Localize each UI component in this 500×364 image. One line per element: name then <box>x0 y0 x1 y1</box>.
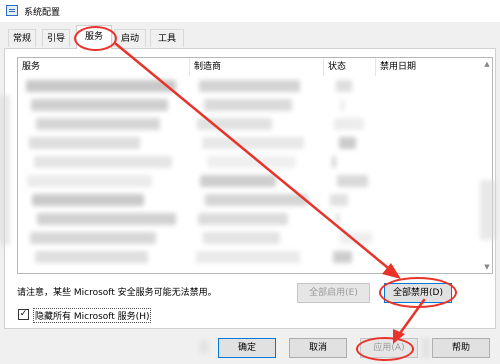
blurred-cell <box>341 99 344 111</box>
blurred-patch <box>480 180 496 240</box>
column-header-disable-date[interactable]: 禁用日期 <box>376 58 484 76</box>
blurred-cell <box>204 99 292 111</box>
blurred-cell <box>330 194 348 206</box>
blurred-cell <box>35 251 148 263</box>
column-header-manufacturer[interactable]: 制造商 <box>190 58 324 76</box>
blurred-cell <box>334 118 364 130</box>
blurred-patch <box>0 95 10 245</box>
blurred-cell <box>203 232 280 244</box>
tab-general[interactable]: 常规 <box>8 29 36 47</box>
services-list[interactable]: 服务 制造商 状态 禁用日期 ▲ ▼ <box>17 57 493 274</box>
blurred-cell <box>26 80 176 92</box>
hide-microsoft-checkbox[interactable]: ✓ <box>18 309 29 320</box>
annotation-circle-apply <box>356 337 414 361</box>
blurred-cell <box>37 213 176 225</box>
blurred-cell <box>207 156 296 168</box>
column-header-service[interactable]: 服务 <box>18 58 190 76</box>
blurred-cell <box>30 232 156 244</box>
blurred-patch <box>200 340 208 354</box>
blurred-cell <box>32 194 144 206</box>
enable-all-button[interactable]: 全部启用(E) <box>297 283 370 303</box>
security-note: 请注意，某些 Microsoft 安全服务可能无法禁用。 <box>17 288 217 298</box>
ok-button[interactable]: 确定 <box>218 338 276 358</box>
annotation-circle-disable-all <box>379 277 457 308</box>
blurred-cell <box>335 213 340 225</box>
blurred-cell <box>196 251 300 263</box>
blurred-cell <box>332 156 336 168</box>
help-button[interactable]: 帮助 <box>432 338 490 358</box>
blurred-cell <box>198 213 288 225</box>
blurred-patch <box>422 338 430 358</box>
scroll-down-icon[interactable]: ▼ <box>483 263 491 271</box>
blurred-cell <box>333 251 352 263</box>
blurred-cell <box>34 156 172 168</box>
blurred-cell <box>336 80 352 92</box>
checkmark-icon: ✓ <box>19 309 28 319</box>
column-header-status[interactable]: 状态 <box>324 58 376 76</box>
blurred-cell <box>200 175 276 187</box>
blurred-cell <box>205 194 308 206</box>
system-config-icon <box>6 5 18 16</box>
window-title: 系统配置 <box>24 8 61 18</box>
hide-microsoft-label[interactable]: 隐藏所有 Microsoft 服务(H) <box>33 308 152 323</box>
tab-tools[interactable]: 工具 <box>150 29 184 47</box>
blurred-cell <box>27 175 152 187</box>
blurred-cell <box>202 137 304 149</box>
blurred-cell <box>339 137 356 149</box>
blurred-cell <box>340 232 372 244</box>
blurred-cell <box>337 175 368 187</box>
tab-boot[interactable]: 引导 <box>42 29 70 47</box>
annotation-circle-services-tab <box>74 26 117 51</box>
blurred-cell <box>29 137 140 149</box>
blurred-cell <box>31 99 168 111</box>
blurred-cell <box>199 80 300 92</box>
title-bar: 系统配置 <box>0 0 500 22</box>
blurred-cell <box>197 118 272 130</box>
blurred-cell <box>36 118 160 130</box>
cancel-button[interactable]: 取消 <box>289 338 347 358</box>
tab-startup[interactable]: 启动 <box>114 29 146 47</box>
scroll-up-icon[interactable]: ▲ <box>483 60 491 68</box>
